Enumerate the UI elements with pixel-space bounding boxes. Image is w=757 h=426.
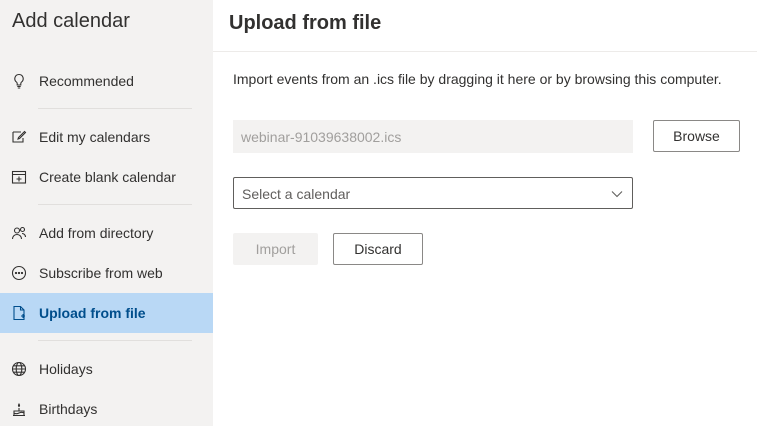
page-title: Upload from file (229, 12, 382, 34)
cake-icon (11, 401, 27, 417)
sidebar-item-subscribe-from-web[interactable]: Subscribe from web (0, 253, 213, 293)
edit-icon (11, 129, 27, 145)
sidebar-divider (38, 340, 192, 341)
sidebar-divider (38, 204, 192, 205)
import-button[interactable]: Import (233, 233, 318, 265)
sidebar-item-create-blank-calendar[interactable]: Create blank calendar (0, 157, 213, 197)
file-upload-icon (11, 305, 27, 321)
browse-button[interactable]: Browse (653, 120, 740, 152)
sidebar-item-label: Birthdays (39, 401, 98, 417)
header-divider (213, 51, 757, 52)
calendar-select-value: Select a calendar (242, 186, 351, 202)
upload-description: Import events from an .ics file by dragg… (233, 71, 722, 87)
sidebar-item-label: Subscribe from web (39, 265, 163, 281)
upload-panel: Upload from file Import events from an .… (213, 0, 757, 426)
lightbulb-icon (11, 73, 27, 89)
discard-button[interactable]: Discard (333, 233, 423, 265)
file-name-field[interactable] (233, 120, 633, 153)
globe-icon (11, 361, 27, 377)
sidebar: Add calendar Recommended Edit my calenda… (0, 0, 213, 426)
sidebar-item-edit-my-calendars[interactable]: Edit my calendars (0, 117, 213, 157)
sidebar-item-holidays[interactable]: Holidays (0, 349, 213, 389)
sidebar-item-add-from-directory[interactable]: Add from directory (0, 213, 213, 253)
sidebar-divider (38, 108, 192, 109)
calendar-select[interactable]: Select a calendar (233, 177, 633, 209)
sidebar-item-label: Recommended (39, 73, 134, 89)
sidebar-item-label: Upload from file (39, 305, 146, 321)
sidebar-item-birthdays[interactable]: Birthdays (0, 389, 213, 426)
link-icon (11, 265, 27, 281)
sidebar-item-label: Edit my calendars (39, 129, 151, 145)
sidebar-title: Add calendar (12, 10, 130, 32)
sidebar-item-label: Create blank calendar (39, 169, 176, 185)
sidebar-item-label: Holidays (39, 361, 93, 377)
sidebar-item-upload-from-file[interactable]: Upload from file (0, 293, 213, 333)
sidebar-item-label: Add from directory (39, 225, 154, 241)
calendar-add-icon (11, 169, 27, 185)
chevron-down-icon (610, 187, 624, 201)
sidebar-item-recommended[interactable]: Recommended (0, 61, 213, 101)
people-icon (11, 225, 27, 241)
